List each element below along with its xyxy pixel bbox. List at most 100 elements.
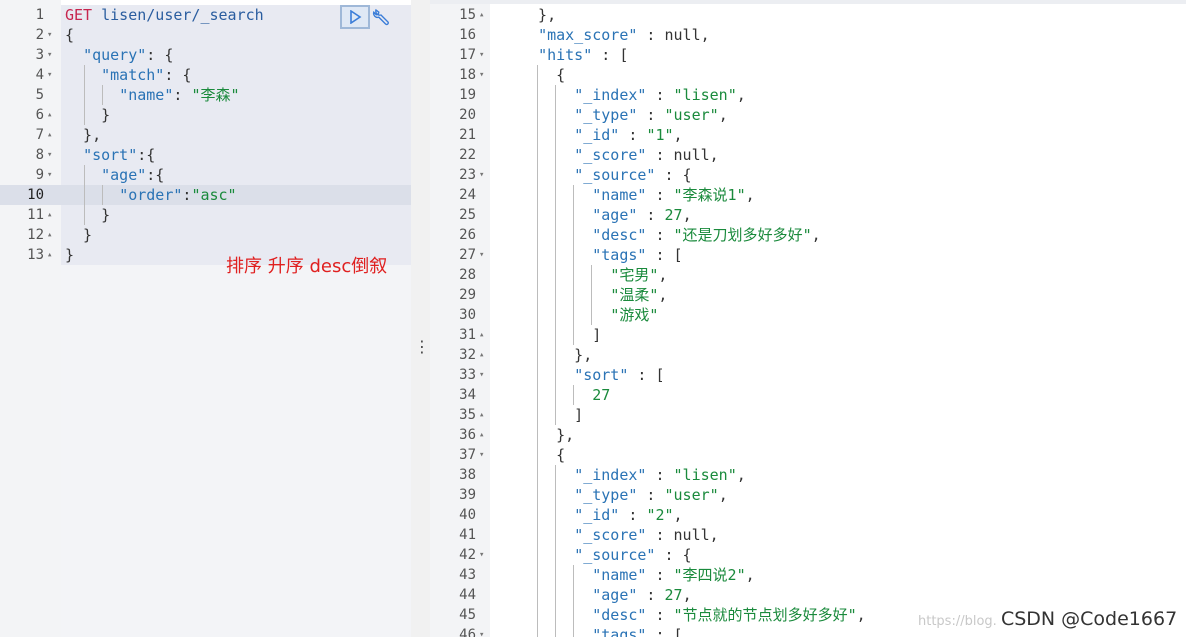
token-punc: : { <box>655 166 692 184</box>
fold-close-icon[interactable]: ▴ <box>479 425 489 445</box>
code-text: "_score" : null, <box>520 525 719 545</box>
line-number: 42 <box>459 547 476 563</box>
fold-close-icon[interactable]: ▴ <box>479 405 489 425</box>
token-punc: , <box>745 566 755 584</box>
token-key: "_id" <box>574 126 620 144</box>
watermark: https://blog. CSDN @Code1667 <box>918 608 1177 630</box>
token-punc: : <box>637 206 665 224</box>
code-text: "sort":{ <box>65 145 155 165</box>
line-number: 33 <box>459 367 476 383</box>
line-number: 2 <box>35 27 44 43</box>
resize-handle-icon[interactable]: ⋮ <box>414 337 430 356</box>
token-punc <box>520 246 592 264</box>
token-key: "_source" <box>574 546 656 564</box>
token-key: "desc" <box>592 226 647 244</box>
fold-open-icon[interactable]: ▾ <box>479 165 489 185</box>
token-punc: : null, <box>646 146 719 164</box>
token-key: "match" <box>101 66 165 84</box>
token-punc: : <box>619 506 647 524</box>
code-text: "温柔", <box>520 285 667 305</box>
token-key: "_score" <box>574 146 647 164</box>
response-line: 25 "age" : 27, <box>430 205 1186 225</box>
line-number: 16 <box>459 27 476 43</box>
indent-guide <box>573 185 574 345</box>
response-line: 42 ▾ "_source" : { <box>430 545 1186 565</box>
line-number: 7 <box>35 127 44 143</box>
code-text: }, <box>520 5 556 25</box>
fold-open-icon[interactable]: ▾ <box>47 25 57 45</box>
token-punc: , <box>718 486 728 504</box>
fold-open-icon[interactable]: ▾ <box>479 45 489 65</box>
fold-open-icon[interactable]: ▾ <box>47 165 57 185</box>
token-str: "asc" <box>191 186 237 204</box>
fold-close-icon[interactable]: ▴ <box>47 125 57 145</box>
indent-guide <box>591 265 592 325</box>
fold-open-icon[interactable]: ▾ <box>479 365 489 385</box>
token-str: "李森" <box>191 86 240 104</box>
token-punc <box>520 566 592 584</box>
fold-open-icon[interactable]: ▾ <box>479 245 489 265</box>
fold-open-icon[interactable]: ▾ <box>479 445 489 465</box>
line-number: 18 <box>459 67 476 83</box>
code-text: }, <box>65 125 101 145</box>
play-icon <box>350 10 362 24</box>
line-number: 12 <box>27 227 44 243</box>
fold-close-icon[interactable]: ▴ <box>479 325 489 345</box>
line-number: 24 <box>459 187 476 203</box>
token-key: "tags" <box>592 246 647 264</box>
code-text: { <box>520 445 565 465</box>
response-line: 16 "max_score" : null, <box>430 25 1186 45</box>
token-punc: , <box>682 206 692 224</box>
token-punc: : <box>637 486 665 504</box>
fold-close-icon[interactable]: ▴ <box>479 345 489 365</box>
fold-open-icon[interactable]: ▾ <box>479 65 489 85</box>
code-text: "tags" : [ <box>520 245 682 265</box>
fold-open-icon[interactable]: ▾ <box>47 65 57 85</box>
token-key: "query" <box>83 46 147 64</box>
line-number: 29 <box>459 287 476 303</box>
fold-open-icon[interactable]: ▾ <box>479 545 489 565</box>
token-str: "温柔" <box>610 286 659 304</box>
fold-close-icon[interactable]: ▴ <box>47 105 57 125</box>
fold-open-icon[interactable]: ▾ <box>479 625 489 637</box>
token-punc: : <box>619 126 647 144</box>
token-punc: : [ <box>592 46 629 64</box>
fold-close-icon[interactable]: ▴ <box>47 245 57 265</box>
token-key: "_score" <box>574 526 647 544</box>
token-num: 27 <box>664 586 683 604</box>
token-punc: : [ <box>628 366 665 384</box>
line-number: 35 <box>459 407 476 423</box>
line-number: 13 <box>27 247 44 263</box>
line-number: 41 <box>459 527 476 543</box>
code-text: "order":"asc" <box>65 185 237 205</box>
fold-close-icon[interactable]: ▴ <box>479 5 489 25</box>
fold-close-icon[interactable]: ▴ <box>47 225 57 245</box>
request-settings-button[interactable] <box>370 5 394 29</box>
token-punc: : null, <box>637 26 710 44</box>
code-text: "_source" : { <box>520 165 692 185</box>
token-str: "lisen" <box>673 466 737 484</box>
token-num: 27 <box>592 386 611 404</box>
fold-open-icon[interactable]: ▾ <box>47 145 57 165</box>
indent-guide <box>84 65 85 125</box>
token-key: "_type" <box>574 106 638 124</box>
token-key: "desc" <box>592 606 647 624</box>
line-number: 37 <box>459 447 476 463</box>
fold-close-icon[interactable]: ▴ <box>47 205 57 225</box>
fold-open-icon[interactable]: ▾ <box>47 45 57 65</box>
token-punc <box>520 266 610 284</box>
code-text: { <box>65 25 74 45</box>
line-number: 21 <box>459 127 476 143</box>
token-punc: { <box>520 66 566 84</box>
line-number: 23 <box>459 167 476 183</box>
code-text: } <box>65 225 92 245</box>
token-str: "2" <box>646 506 674 524</box>
indent-guide <box>102 85 103 105</box>
token-str: "1" <box>646 126 674 144</box>
pane-resizer[interactable] <box>411 0 430 637</box>
code-text: "_type" : "user", <box>520 485 728 505</box>
request-empty-area <box>61 265 411 637</box>
run-request-button[interactable] <box>340 5 370 29</box>
response-line: 20 "_type" : "user", <box>430 105 1186 125</box>
token-punc <box>520 366 574 384</box>
